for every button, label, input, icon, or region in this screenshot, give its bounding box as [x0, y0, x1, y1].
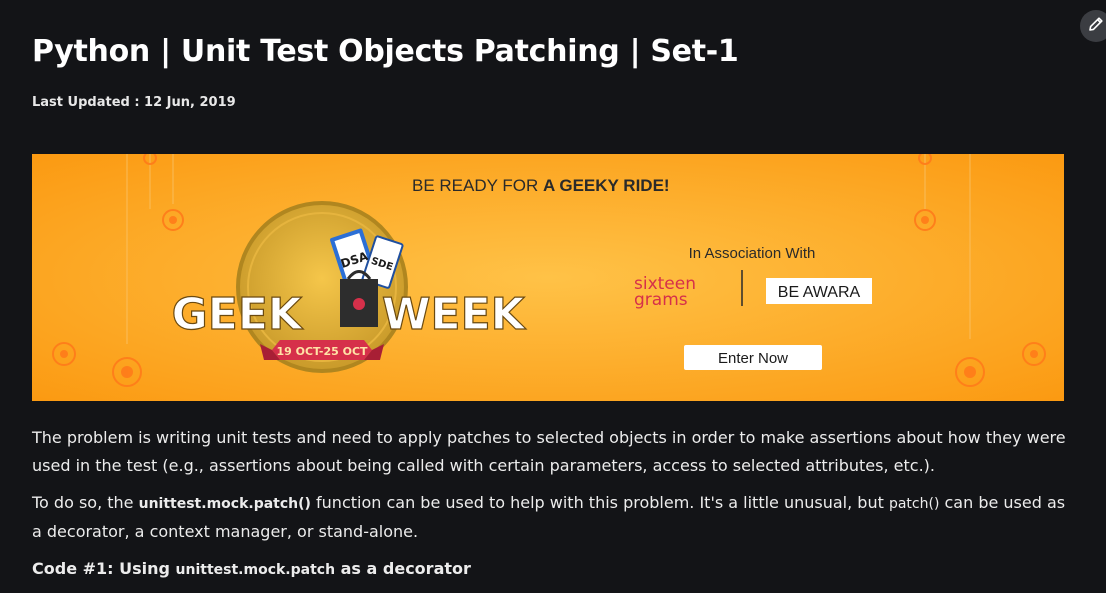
svg-text:BE READY FOR A GEEKY RIDE!: BE READY FOR A GEEKY RIDE! — [412, 176, 670, 195]
page-title: Python | Unit Test Objects Patching | Se… — [32, 34, 739, 69]
enter-now-button[interactable]: Enter Now — [684, 345, 822, 370]
event-word-left: GEEK — [172, 289, 304, 340]
last-updated: Last Updated : 12 Jun, 2019 — [32, 95, 236, 110]
svg-text:grams: grams — [634, 290, 688, 310]
banner-headline-prefix: BE READY FOR — [412, 176, 543, 195]
edit-button[interactable] — [1080, 10, 1106, 42]
paragraph-1: The problem is writing unit tests and ne… — [32, 428, 1066, 475]
article-body: The problem is writing unit tests and ne… — [32, 424, 1077, 584]
pencil-icon — [1087, 15, 1105, 38]
inline-code-patch-short: patch() — [888, 496, 940, 512]
event-dates: 19 OCT-25 OCT — [276, 345, 368, 358]
svg-text:BE AWARA: BE AWARA — [778, 284, 861, 301]
sixteen-grams-logo: sixteen grams — [634, 274, 696, 310]
event-word-right: WEEK — [382, 289, 527, 340]
association-label: In Association With — [689, 245, 816, 262]
svg-text:Enter Now: Enter Now — [718, 350, 788, 367]
banner-headline-bold: A GEEKY RIDE! — [543, 176, 670, 195]
geek-week-banner[interactable]: BE READY FOR A GEEKY RIDE! DSA SDE GEEK … — [32, 154, 1064, 401]
inline-code-heading: unittest.mock.patch — [175, 562, 336, 578]
be-awara-logo: BE AWARA — [766, 278, 872, 304]
inline-code-patch: unittest.mock.patch() — [138, 496, 311, 512]
paragraph-2: To do so, the unittest.mock.patch() func… — [32, 493, 1066, 541]
code-heading-1: Code #1: Using unittest.mock.patch as a … — [32, 559, 471, 578]
